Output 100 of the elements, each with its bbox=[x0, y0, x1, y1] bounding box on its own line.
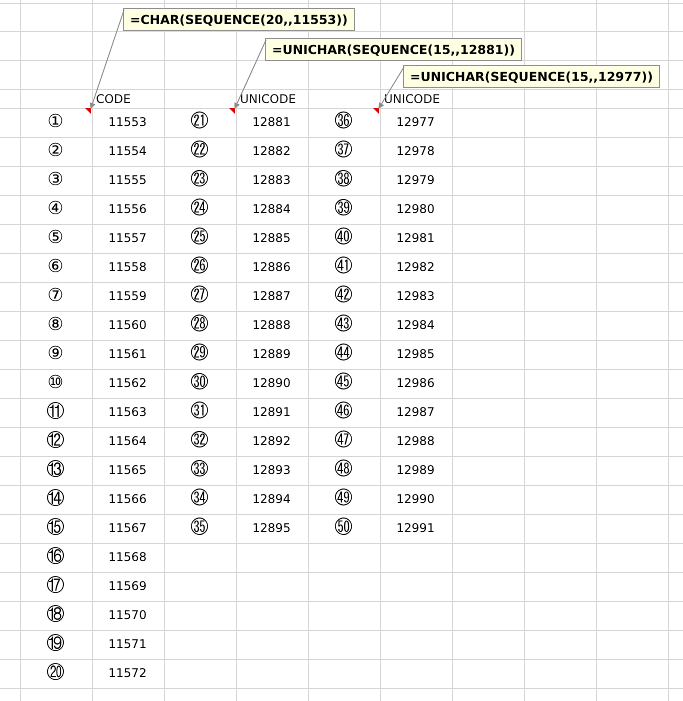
code-value: 12985 bbox=[396, 347, 435, 361]
circled-number: ㊵ bbox=[334, 227, 352, 249]
code-value: 11557 bbox=[108, 231, 147, 245]
code-value: 12891 bbox=[252, 405, 291, 419]
circled-number: ② bbox=[47, 140, 64, 162]
code-value: 12977 bbox=[396, 115, 435, 129]
code-value: 11559 bbox=[108, 289, 147, 303]
code-value: 12986 bbox=[396, 376, 435, 390]
circled-number: ① bbox=[47, 111, 64, 133]
comment-note: =UNICHAR(SEQUENCE(15,,12977)) bbox=[403, 65, 660, 88]
circled-number: ⑳ bbox=[46, 662, 64, 684]
code-value: 11562 bbox=[108, 376, 147, 390]
code-value: 11565 bbox=[108, 463, 147, 477]
comment-indicator-icon bbox=[373, 108, 379, 114]
circled-number: ⑬ bbox=[46, 459, 64, 481]
circled-number: ㉔ bbox=[190, 198, 208, 220]
circled-number: ㉚ bbox=[190, 372, 208, 394]
circled-number: ㊸ bbox=[334, 314, 352, 336]
code-value: 11568 bbox=[108, 550, 147, 564]
circled-number: ㉑ bbox=[190, 111, 208, 133]
code-value: 12989 bbox=[396, 463, 435, 477]
circled-number: ㉘ bbox=[190, 314, 208, 336]
code-value: 12890 bbox=[252, 376, 291, 390]
code-value: 12886 bbox=[252, 260, 291, 274]
column-header: UNICODE bbox=[240, 91, 296, 107]
circled-number: ㉝ bbox=[190, 459, 208, 481]
code-value: 11572 bbox=[108, 666, 147, 680]
circled-number: ㉓ bbox=[190, 169, 208, 191]
circled-number: ⑪ bbox=[46, 401, 64, 423]
code-value: 12887 bbox=[252, 289, 291, 303]
code-value: 12984 bbox=[396, 318, 435, 332]
code-value: 12892 bbox=[252, 434, 291, 448]
code-value: 12884 bbox=[252, 202, 291, 216]
circled-number: ⑤ bbox=[47, 227, 64, 249]
code-value: 12981 bbox=[396, 231, 435, 245]
column-header: UNICODE bbox=[384, 91, 440, 107]
circled-number: ⑭ bbox=[46, 488, 64, 510]
circled-number: ㊹ bbox=[334, 343, 352, 365]
code-value: 12983 bbox=[396, 289, 435, 303]
code-value: 11569 bbox=[108, 579, 147, 593]
circled-number: ㉗ bbox=[190, 285, 208, 307]
code-value: 12978 bbox=[396, 144, 435, 158]
circled-number: ㉞ bbox=[190, 488, 208, 510]
code-value: 11560 bbox=[108, 318, 147, 332]
circled-number: ㊼ bbox=[334, 430, 352, 452]
circled-number: ④ bbox=[47, 198, 64, 220]
column-header: CODE bbox=[96, 91, 131, 107]
code-value: 11558 bbox=[108, 260, 147, 274]
circled-number: ⑯ bbox=[46, 546, 64, 568]
code-value: 11566 bbox=[108, 492, 147, 506]
code-value: 11567 bbox=[108, 521, 147, 535]
code-value: 12893 bbox=[252, 463, 291, 477]
circled-number: ㊿ bbox=[334, 517, 352, 539]
code-value: 12980 bbox=[396, 202, 435, 216]
code-value: 12881 bbox=[252, 115, 291, 129]
code-value: 12888 bbox=[252, 318, 291, 332]
circled-number: ⑧ bbox=[47, 314, 64, 336]
circled-number: ⑨ bbox=[47, 343, 64, 365]
circled-number: ㊳ bbox=[334, 169, 352, 191]
code-value: 12882 bbox=[252, 144, 291, 158]
code-value: 11553 bbox=[108, 115, 147, 129]
comment-note: =UNICHAR(SEQUENCE(15,,12881)) bbox=[265, 38, 522, 61]
circled-number: ㉖ bbox=[190, 256, 208, 278]
code-value: 11564 bbox=[108, 434, 147, 448]
code-value: 11561 bbox=[108, 347, 147, 361]
circled-number: ㉟ bbox=[190, 517, 208, 539]
code-value: 11556 bbox=[108, 202, 147, 216]
circled-number: ㉙ bbox=[190, 343, 208, 365]
circled-number: ㉛ bbox=[190, 401, 208, 423]
circled-number: ⑰ bbox=[46, 575, 64, 597]
circled-number: ⑥ bbox=[47, 256, 64, 278]
comment-indicator-icon bbox=[229, 108, 235, 114]
circled-number: ㉕ bbox=[190, 227, 208, 249]
circled-number: ㊾ bbox=[334, 488, 352, 510]
circled-number: ㊶ bbox=[334, 256, 352, 278]
code-value: 12990 bbox=[396, 492, 435, 506]
circled-number: ③ bbox=[47, 169, 64, 191]
circled-number: ⑩ bbox=[47, 372, 64, 394]
circled-number: ㊱ bbox=[334, 111, 352, 133]
circled-number: ㊺ bbox=[334, 372, 352, 394]
code-value: 12894 bbox=[252, 492, 291, 506]
circled-number: ⑮ bbox=[46, 517, 64, 539]
code-value: 12885 bbox=[252, 231, 291, 245]
circled-number: ㉜ bbox=[190, 430, 208, 452]
circled-number: ㊴ bbox=[334, 198, 352, 220]
code-value: 12889 bbox=[252, 347, 291, 361]
circled-number: ㊻ bbox=[334, 401, 352, 423]
circled-number: ㊷ bbox=[334, 285, 352, 307]
code-value: 11555 bbox=[108, 173, 147, 187]
comment-indicator-icon bbox=[85, 108, 91, 114]
comment-note: =CHAR(SEQUENCE(20,,11553)) bbox=[123, 8, 355, 31]
circled-number: ㉒ bbox=[190, 140, 208, 162]
code-value: 12988 bbox=[396, 434, 435, 448]
code-value: 12991 bbox=[396, 521, 435, 535]
circled-number: ㊲ bbox=[334, 140, 352, 162]
code-value: 11570 bbox=[108, 608, 147, 622]
code-value: 12883 bbox=[252, 173, 291, 187]
code-value: 11563 bbox=[108, 405, 147, 419]
circled-number: ⑱ bbox=[46, 604, 64, 626]
code-value: 11571 bbox=[108, 637, 147, 651]
